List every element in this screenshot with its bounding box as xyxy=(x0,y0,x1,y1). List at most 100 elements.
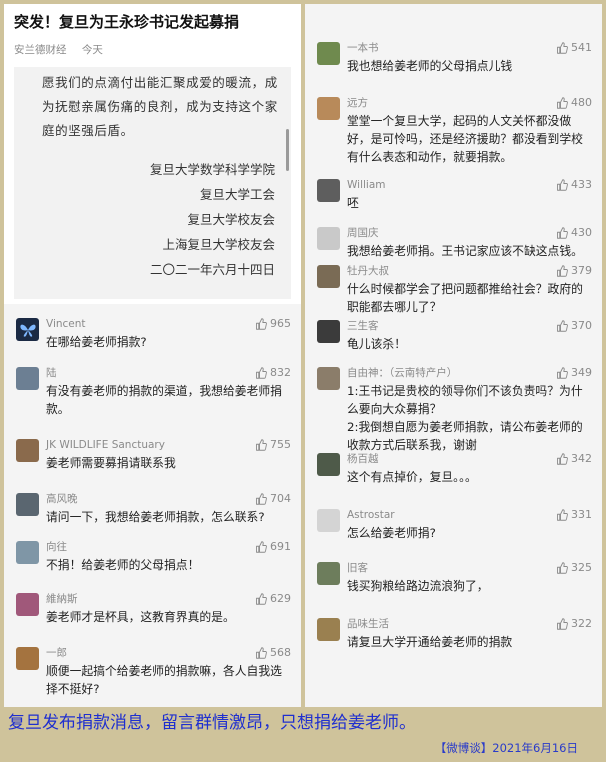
avatar[interactable] xyxy=(317,42,340,65)
thumbs-up-icon xyxy=(556,265,568,277)
like-count: 541 xyxy=(571,41,592,54)
avatar[interactable] xyxy=(317,265,340,288)
avatar[interactable] xyxy=(16,367,39,390)
avatar[interactable] xyxy=(16,541,39,564)
like-count: 433 xyxy=(571,178,592,191)
right-screenshot-panel: 一本书 541 我也想给姜老师的父母捐点儿钱 远方 480 堂堂一个复旦大学，起码的人文关… xyxy=(305,4,602,707)
thumbs-up-icon xyxy=(556,509,568,521)
like-count: 704 xyxy=(270,492,291,505)
article-paragraph: 愿我们的点滴付出能汇聚成爱的暖流，成为抚慰亲属伤痛的良剂，成为支持这个家庭的坚强… xyxy=(42,75,278,138)
thumbs-up-icon xyxy=(556,453,568,465)
signature-line: 上海复旦大学校友会 xyxy=(162,237,275,252)
like-count: 568 xyxy=(270,646,291,659)
comment-item: 自由神：（云南特产户） 349 1:王书记是贵校的领导你们不该负责吗？为什么要向大众… xyxy=(315,365,602,452)
comment-item: 周国庆 430 我想给姜老师捐。王书记家应该不缺这点钱。 xyxy=(315,225,602,263)
like-button[interactable]: 370 xyxy=(556,318,592,334)
signature-date: 二〇二一年六月十四日 xyxy=(149,262,275,277)
comment-item: 牡丹大叔 379 什么时候都学会了把问题都推给社会？政府的职能都去哪儿了？ xyxy=(315,263,602,318)
like-button[interactable]: 322 xyxy=(556,616,592,632)
comment-item: 杨百越 342 这个有点掉价，复旦。。。 xyxy=(315,451,602,507)
like-button[interactable]: 541 xyxy=(556,40,592,56)
like-button[interactable]: 755 xyxy=(255,437,291,453)
like-button[interactable]: 349 xyxy=(556,365,592,381)
comment-text: 我也想给姜老师的父母捐点儿钱 xyxy=(347,59,513,73)
avatar[interactable] xyxy=(16,439,39,462)
like-count: 331 xyxy=(571,508,592,521)
butterfly-icon[interactable] xyxy=(16,318,39,341)
avatar[interactable] xyxy=(317,97,340,120)
comment-text: 有没有姜老师的捐款的渠道，我想给姜老师捐款。 xyxy=(46,384,282,416)
signature-line: 复旦大学数学科学学院 xyxy=(149,162,275,177)
like-count: 430 xyxy=(571,226,592,239)
avatar[interactable] xyxy=(317,367,340,390)
thumbs-up-icon xyxy=(556,562,568,574)
comment-item: 陆 832 有没有姜老师的捐款的渠道，我想给姜老师捐款。 xyxy=(14,365,301,437)
thumbs-up-icon xyxy=(556,179,568,191)
comment-text: 姜老师需要募捐请联系我 xyxy=(46,456,176,470)
avatar[interactable] xyxy=(16,493,39,516)
comment-item: Astrostar 331 怎么给姜老师捐? xyxy=(315,507,602,560)
like-button[interactable]: 342 xyxy=(556,451,592,467)
thumbs-up-icon xyxy=(556,97,568,109)
like-button[interactable]: 331 xyxy=(556,507,592,523)
thumbs-up-icon xyxy=(556,227,568,239)
article-excerpt: 愿我们的点滴付出能汇聚成爱的暖流，成为抚慰亲属伤痛的良剂，成为支持这个家庭的坚强… xyxy=(14,67,291,299)
avatar[interactable] xyxy=(16,593,39,616)
like-button[interactable]: 433 xyxy=(556,177,592,193)
like-button[interactable]: 832 xyxy=(255,365,291,381)
like-count: 349 xyxy=(571,366,592,379)
comment-text: 什么时候都学会了把问题都推给社会？政府的职能都去哪儿了？ xyxy=(347,282,583,314)
comment-item: 維納斯 629 姜老师才是杯具，这教育界真的是。 xyxy=(14,591,301,645)
comment-text: 在哪给姜老师捐款? xyxy=(46,335,147,349)
like-count: 370 xyxy=(571,319,592,332)
comment-item: 高风晚 704 请问一下，我想给姜老师捐款，怎么联系? xyxy=(14,491,301,539)
like-count: 379 xyxy=(571,264,592,277)
like-button[interactable]: 691 xyxy=(255,539,291,555)
article-source[interactable]: 安兰德财经 xyxy=(14,44,67,56)
like-count: 691 xyxy=(270,540,291,553)
comment-item: 旧客 325 钱买狗粮给路边流浪狗了， xyxy=(315,560,602,616)
comment-item: 三生客 370 龟儿该杀！ xyxy=(315,318,602,365)
avatar[interactable] xyxy=(317,618,340,641)
like-button[interactable]: 480 xyxy=(556,95,592,111)
like-button[interactable]: 325 xyxy=(556,560,592,576)
thumbs-up-icon xyxy=(556,42,568,54)
avatar[interactable] xyxy=(317,227,340,250)
like-button[interactable]: 965 xyxy=(255,316,291,332)
comment-text: 呸 xyxy=(347,196,359,210)
avatar[interactable] xyxy=(317,509,340,532)
comment-item: JK WILDLIFE Sanctuary 755 姜老师需要募捐请联系我 xyxy=(14,437,301,491)
like-button[interactable]: 379 xyxy=(556,263,592,279)
comment-text: 1:王书记是贵校的领导你们不该负责吗？为什么要向大众募捐？ 2:我倒想自愿为姜老… xyxy=(347,384,583,452)
comment-text: 龟儿该杀！ xyxy=(347,337,406,351)
like-button[interactable]: 629 xyxy=(255,591,291,607)
article-header: 突发！复旦为王永珍书记发起募捐 安兰德财经 今天 愿我们的点滴付出能汇聚成爱的暖… xyxy=(4,4,301,304)
like-button[interactable]: 430 xyxy=(556,225,592,241)
like-count: 325 xyxy=(571,561,592,574)
avatar[interactable] xyxy=(317,320,340,343)
left-screenshot-panel: 突发！复旦为王永珍书记发起募捐 安兰德财经 今天 愿我们的点滴付出能汇聚成爱的暖… xyxy=(4,4,301,707)
like-count: 342 xyxy=(571,452,592,465)
comment-list-left: Vincent 965 在哪给姜老师捐款? 陆 832 有没有姜老师的捐款的渠道，我想给姜… xyxy=(4,304,301,705)
caption-source: 【微博谈】2021年6月16日 xyxy=(434,741,578,755)
avatar[interactable] xyxy=(317,453,340,476)
comment-text: 堂堂一个复旦大学，起码的人文关怀都没做好，是可怜吗，还是经济援助？都没看到学校有… xyxy=(347,114,583,164)
like-count: 629 xyxy=(270,592,291,605)
like-count: 965 xyxy=(270,317,291,330)
thumbs-up-icon xyxy=(556,367,568,379)
like-button[interactable]: 568 xyxy=(255,645,291,661)
avatar[interactable] xyxy=(16,647,39,670)
scrollbar[interactable] xyxy=(286,129,289,171)
caption-text: 复旦发布捐款消息，留言群情激昂，只想捐给姜老师。 xyxy=(8,713,416,733)
comment-text: 我想给姜老师捐。王书记家应该不缺这点钱。 xyxy=(347,244,583,258)
comment-text: 请问一下，我想给姜老师捐款，怎么联系? xyxy=(46,510,265,524)
comment-item: 一郎 568 顺便一起搞个给姜老师的捐款嘛，各人自我选择不挺好? xyxy=(14,645,301,705)
article-signatures: 复旦大学数学科学学院 复旦大学工会 复旦大学校友会 上海复旦大学校友会 二〇二一… xyxy=(42,157,281,282)
like-button[interactable]: 704 xyxy=(255,491,291,507)
thumbs-up-icon xyxy=(255,439,267,451)
thumbs-up-icon xyxy=(255,493,267,505)
avatar[interactable] xyxy=(317,562,340,585)
comment-item: 向往 691 不捐！给姜老师的父母捐点！ xyxy=(14,539,301,591)
avatar[interactable] xyxy=(317,179,340,202)
comment-text: 姜老师才是杯具，这教育界真的是。 xyxy=(46,610,235,624)
